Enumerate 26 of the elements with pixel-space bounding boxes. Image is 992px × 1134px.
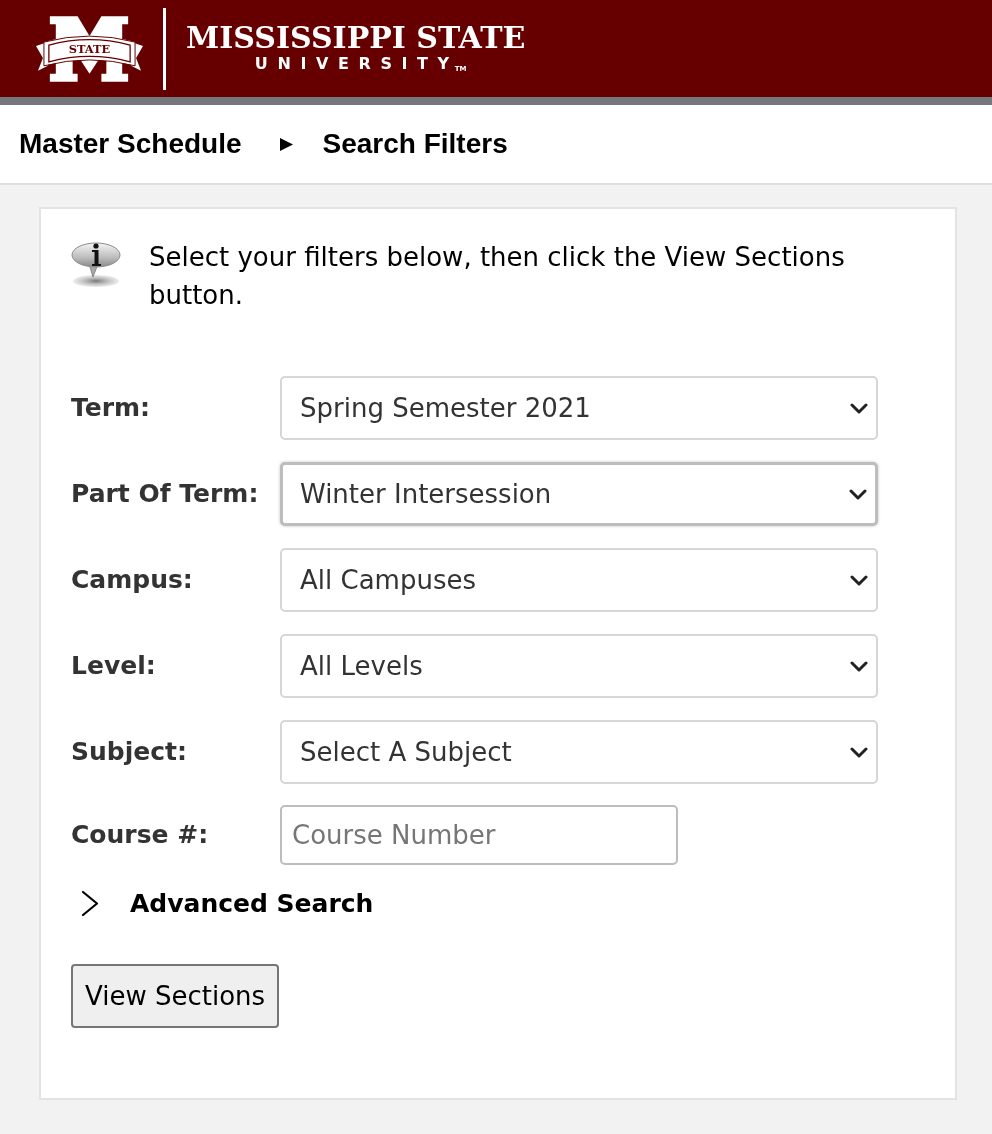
instruction-text: Select your filters below, then click the View Sections button. (149, 241, 846, 312)
dropdown[interactable]: Winter Intersession (280, 462, 878, 526)
block-m-logo: STATE (36, 15, 143, 82)
info-bubble-icon (71, 240, 121, 288)
university-name: MISSISSIPPI STATE (186, 20, 526, 55)
dropdown[interactable]: Spring Semester 2021 (280, 376, 878, 440)
view-sections-button[interactable]: View Sections (71, 964, 280, 1029)
dropdown[interactable]: All Campuses (280, 548, 878, 612)
breadcrumb-link[interactable]: Master Schedule (19, 123, 242, 165)
breadcrumb-arrow-icon (279, 137, 293, 151)
advanced-search-toggle[interactable]: Advanced Search (71, 885, 374, 923)
field-label: Course #: (71, 820, 210, 850)
field-label: Campus: (71, 565, 194, 595)
field-label: Level: (71, 651, 157, 681)
chevron-down-icon (850, 402, 868, 414)
chevron-down-icon (849, 488, 867, 500)
chevron-down-icon (850, 574, 868, 586)
field-label: Term: (71, 393, 152, 423)
field-label: Part Of Term: (71, 479, 260, 509)
field-label: Subject: (71, 737, 188, 767)
breadcrumb-current: Search Filters (322, 127, 508, 161)
dropdown[interactable]: Select A Subject (280, 720, 878, 784)
chevron-down-icon (850, 660, 868, 672)
dropdown[interactable]: All Levels (280, 634, 878, 698)
chevron-down-icon (850, 746, 868, 758)
course-number-field[interactable]: Course Number (280, 805, 678, 865)
